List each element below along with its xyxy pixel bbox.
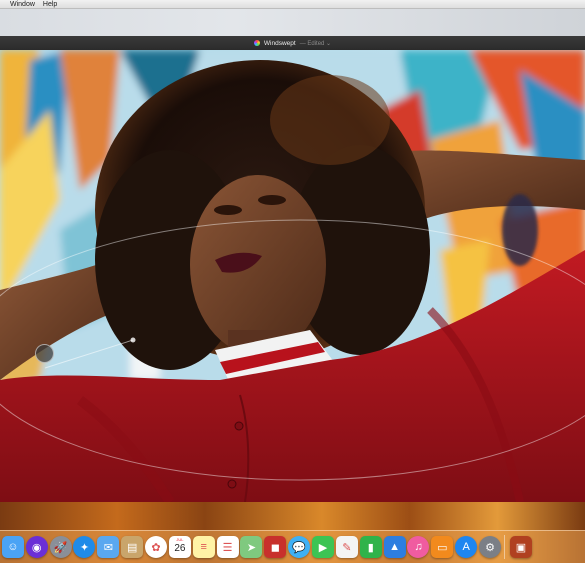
edited-status-menu[interactable]: — Edited ⌄ xyxy=(300,40,331,47)
window-title: Windswept xyxy=(263,39,296,47)
mail-icon[interactable]: ✉ xyxy=(97,536,120,558)
photos-icon[interactable]: ✿ xyxy=(145,536,168,558)
itunes-icon[interactable]: ♫ xyxy=(407,536,430,558)
notes-icon[interactable]: ≡ xyxy=(192,536,215,558)
photo-canvas[interactable] xyxy=(0,50,585,502)
desktop-background xyxy=(0,9,585,36)
calendar-day: 26 xyxy=(174,543,186,554)
calendar-month: JUL xyxy=(176,537,184,542)
finder-icon[interactable]: ☺ xyxy=(1,536,24,558)
safari-icon[interactable]: ✦ xyxy=(73,536,96,558)
contacts-icon[interactable]: ▤ xyxy=(121,536,144,558)
launchpad-icon[interactable]: 🚀 xyxy=(49,536,72,558)
keynote-icon[interactable]: ▲ xyxy=(383,536,406,558)
vignette-handle[interactable] xyxy=(35,344,54,363)
numbers-icon[interactable]: ▮ xyxy=(359,536,382,558)
pages-icon[interactable]: ✎ xyxy=(335,536,358,558)
system-preferences-icon[interactable]: ⚙ xyxy=(479,536,502,558)
menu-window[interactable]: Window xyxy=(10,0,35,9)
dock-separator xyxy=(504,535,506,559)
messages-icon[interactable]: 💬 xyxy=(288,536,311,558)
photos-app-icon xyxy=(253,40,260,46)
siri-icon[interactable]: ◉ xyxy=(25,536,48,558)
photo-stack-icon[interactable]: ▣ xyxy=(509,536,532,558)
facetime-icon[interactable]: ▶ xyxy=(312,536,335,558)
app-store-icon[interactable]: A xyxy=(455,536,478,558)
dock-area: ☺ ◉ 🚀 ✦ ✉ ▤ ✿ JUL 26 ≡ ☰ ➤ ◼ 💬 ▶ ✎ ▮ ▲ ♫ ▭ A ⚙ ▣ xyxy=(0,502,585,563)
photo-image xyxy=(0,50,585,502)
reminders-icon[interactable]: ☰ xyxy=(216,536,239,558)
dock: ☺ ◉ 🚀 ✦ ✉ ▤ ✿ JUL 26 ≡ ☰ ➤ ◼ 💬 ▶ ✎ ▮ ▲ ♫ ▭ A ⚙ ▣ xyxy=(0,532,585,562)
window-titlebar[interactable]: Windswept — Edited ⌄ xyxy=(0,36,585,51)
photo-booth-icon[interactable]: ◼ xyxy=(264,536,287,558)
maps-icon[interactable]: ➤ xyxy=(240,536,263,558)
menu-help[interactable]: Help xyxy=(43,0,57,9)
calendar-icon[interactable]: JUL 26 xyxy=(168,536,191,558)
menu-bar: Window Help xyxy=(0,0,585,9)
ibooks-icon[interactable]: ▭ xyxy=(431,536,454,558)
photos-window: Windswept — Edited ⌄ xyxy=(0,36,585,502)
